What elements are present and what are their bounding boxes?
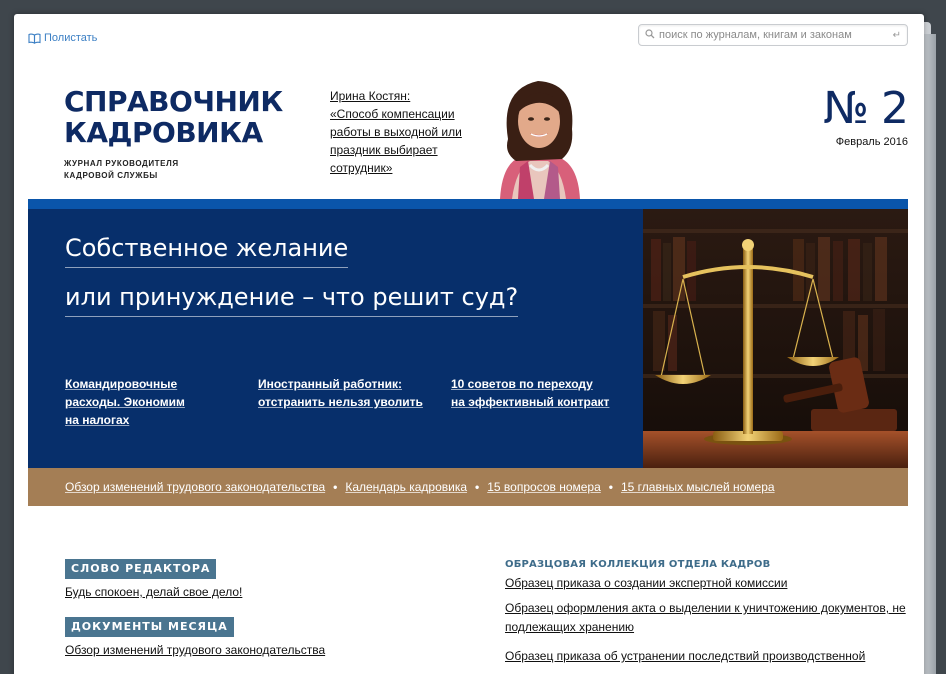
- masthead-subtitle-line2: КАДРОВОЙ СЛУЖБЫ: [64, 171, 158, 180]
- subtopic-line: на эффективный контракт: [451, 395, 610, 409]
- masthead-logo[interactable]: СПРАВОЧНИК КАДРОВИКА ЖУРНАЛ РУКОВОДИТЕЛЯ…: [64, 86, 283, 182]
- tanbar-link-law-changes[interactable]: Обзор изменений трудового законодательст…: [65, 480, 325, 494]
- collection-link[interactable]: Образец приказа о создании экспертной ко…: [505, 574, 915, 593]
- cover-links-bar: Обзор изменений трудового законодательст…: [28, 468, 908, 506]
- separator-dot: •: [475, 480, 480, 494]
- left-column: СЛОВО РЕДАКТОРА Будь спокоен, делай свое…: [65, 559, 445, 657]
- subtopic-line: отстранить нельзя уволить: [258, 395, 423, 409]
- section-label-documents: ДОКУМЕНТЫ МЕСЯЦА: [65, 617, 234, 637]
- enter-icon[interactable]: ↵: [893, 30, 901, 41]
- subtopic-line: 10 советов по переходу: [451, 377, 593, 391]
- right-column: ОБРАЗЦОВАЯ КОЛЛЕКЦИЯ ОТДЕЛА КАДРОВ Образ…: [505, 559, 915, 666]
- cover-banner: Собственное желание или принуждение – чт…: [28, 209, 908, 468]
- search-box[interactable]: ↵: [638, 24, 908, 46]
- headline-line2[interactable]: или принуждение – что решит суд?: [65, 280, 519, 317]
- tanbar-link-questions[interactable]: 15 вопросов номера: [487, 480, 601, 494]
- cover-teaser-link[interactable]: Ирина Костян: «Способ компенсации работы…: [330, 87, 475, 177]
- subtopic-link-business-trips[interactable]: Командировочные расходы. Экономим на нал…: [65, 375, 258, 429]
- banner-subtopics: Командировочные расходы. Экономим на нал…: [65, 375, 631, 429]
- subtopic-link-foreign-worker[interactable]: Иностранный работник: отстранить нельзя …: [258, 375, 451, 429]
- separator-dot: •: [333, 480, 338, 494]
- accent-bar: [28, 199, 908, 209]
- issue-number: № 2: [823, 83, 909, 134]
- separator-dot: •: [608, 480, 613, 494]
- issue-date: Февраль 2016: [835, 136, 908, 148]
- magazine-page: Полистать ↵ СПРАВОЧНИК КАДРОВИКА ЖУРНАЛ …: [14, 14, 924, 674]
- collection-link[interactable]: Образец приказа об устранении последстви…: [505, 647, 915, 666]
- cover-headline[interactable]: Собственное желание или принуждение – чт…: [65, 231, 519, 329]
- author-portrait: [490, 69, 588, 199]
- section-label-editor: СЛОВО РЕДАКТОРА: [65, 559, 217, 579]
- search-icon: [645, 26, 655, 44]
- page-stack-shadow: [924, 34, 936, 674]
- flip-button[interactable]: Полистать: [28, 32, 97, 44]
- subtopic-link-contract-tips[interactable]: 10 советов по переходу на эффективный ко…: [451, 375, 631, 429]
- subtopic-line: Командировочные: [65, 377, 178, 391]
- teaser-text: «Способ компенсации работы в выходной ил…: [330, 107, 462, 175]
- headline-line1[interactable]: Собственное желание: [65, 231, 349, 268]
- documents-article-link[interactable]: Обзор изменений трудового законодательст…: [65, 643, 445, 657]
- subtopic-line: Иностранный работник:: [258, 377, 403, 391]
- collection-link[interactable]: Образец оформления акта о выделении к ун…: [505, 599, 915, 637]
- masthead-subtitle: ЖУРНАЛ РУКОВОДИТЕЛЯ КАДРОВОЙ СЛУЖБЫ: [64, 158, 204, 182]
- justice-scales-image: [643, 209, 908, 468]
- subtopic-line: на налогах: [65, 413, 130, 427]
- tanbar-link-thoughts[interactable]: 15 главных мыслей номера: [621, 480, 775, 494]
- search-input[interactable]: [659, 29, 889, 41]
- flip-label: Полистать: [44, 32, 98, 44]
- masthead-title-line2: КАДРОВИКА: [64, 116, 263, 149]
- book-icon: [28, 33, 41, 44]
- masthead-subtitle-line1: ЖУРНАЛ РУКОВОДИТЕЛЯ: [64, 159, 179, 168]
- collection-heading: ОБРАЗЦОВАЯ КОЛЛЕКЦИЯ ОТДЕЛА КАДРОВ: [505, 559, 771, 570]
- issue-block: № 2 Февраль 2016: [804, 83, 909, 149]
- masthead-title-line1: СПРАВОЧНИК: [64, 85, 283, 118]
- teaser-author: Ирина Костян:: [330, 89, 411, 103]
- tanbar-link-calendar[interactable]: Календарь кадровика: [345, 480, 467, 494]
- subtopic-line: расходы. Экономим: [65, 395, 185, 409]
- editor-article-link[interactable]: Будь спокоен, делай свое дело!: [65, 585, 445, 599]
